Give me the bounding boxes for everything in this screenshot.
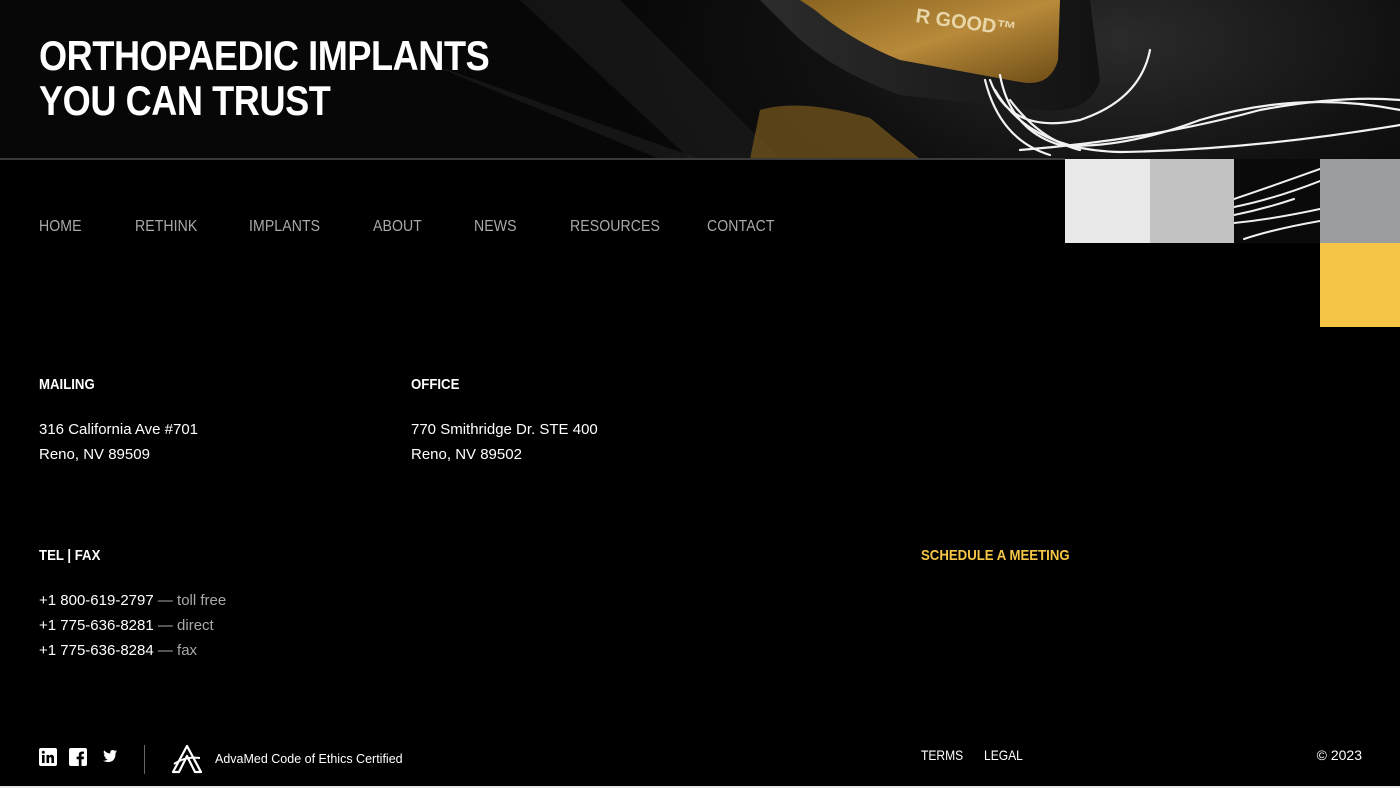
legal-links: TERMS LEGAL [921, 747, 1029, 763]
hero-title-line-2: YOU CAN TRUST [39, 77, 331, 124]
nav-item-home[interactable]: HOME [39, 218, 82, 236]
phone-row: +1 775-636-8284 — fax [39, 638, 226, 663]
hero-banner: R GOOD™ ORTHOPAEDIC IMPLANTS YOU CAN TRU… [0, 0, 1400, 159]
office-address: 770 Smithridge Dr. STE 400 Reno, NV 8950… [411, 417, 598, 467]
phone-separator: — [153, 617, 178, 634]
office-address-line-2: Reno, NV 89502 [411, 446, 522, 463]
terms-link[interactable]: TERMS [921, 747, 963, 763]
hero-divider [0, 158, 1065, 160]
suture-detail [1234, 168, 1320, 240]
mailing-heading: MAILING [39, 376, 95, 393]
facebook-icon[interactable] [69, 748, 87, 766]
phone-row: +1 800-619-2797 — toll free [39, 588, 226, 613]
phone-type: direct [177, 617, 214, 634]
decor-block-suture [1234, 159, 1320, 243]
phone-number-toll-free[interactable]: +1 800-619-2797 [39, 592, 154, 609]
advamed-certification: AdvaMed Code of Ethics Certified [171, 744, 403, 774]
nav-item-implants[interactable]: IMPLANTS [249, 218, 320, 236]
nav-item-contact[interactable]: CONTACT [707, 218, 775, 236]
mailing-address-line-2: Reno, NV 89509 [39, 446, 150, 463]
advamed-text: AdvaMed Code of Ethics Certified [215, 752, 403, 766]
nav-item-resources[interactable]: RESOURCES [570, 218, 660, 236]
copyright: © 2023 [1316, 747, 1362, 763]
decor-block-light [1065, 159, 1150, 243]
tel-fax-heading: TEL | FAX [39, 547, 101, 564]
footer-divider [144, 745, 145, 774]
phone-separator: — [153, 642, 178, 659]
phone-row: +1 775-636-8281 — direct [39, 613, 226, 638]
phone-type: toll free [177, 592, 227, 609]
phone-list: +1 800-619-2797 — toll free +1 775-636-8… [39, 588, 226, 663]
phone-type: fax [177, 642, 198, 659]
hero-title: ORTHOPAEDIC IMPLANTS YOU CAN TRUST [39, 32, 490, 124]
nav-item-news[interactable]: NEWS [474, 218, 517, 236]
linkedin-icon[interactable] [39, 748, 57, 766]
twitter-icon[interactable] [99, 748, 117, 766]
mailing-address: 316 California Ave #701 Reno, NV 89509 [39, 417, 198, 467]
nav-item-rethink[interactable]: RETHINK [135, 218, 197, 236]
phone-number-direct[interactable]: +1 775-636-8281 [39, 617, 154, 634]
office-address-line-1: 770 Smithridge Dr. STE 400 [411, 421, 598, 438]
social-links [39, 748, 117, 766]
hero-title-line-1: ORTHOPAEDIC IMPLANTS [39, 32, 490, 79]
office-heading: OFFICE [411, 376, 460, 393]
phone-separator: — [153, 592, 178, 609]
schedule-meeting-link[interactable]: SCHEDULE A MEETING [921, 547, 1070, 564]
advamed-logo-icon [171, 744, 203, 774]
decor-block-silver [1150, 159, 1234, 243]
legal-link[interactable]: LEGAL [984, 747, 1023, 763]
decor-block-gray [1320, 159, 1400, 243]
decor-block-yellow [1320, 243, 1400, 327]
phone-number-fax[interactable]: +1 775-636-8284 [39, 642, 154, 659]
mailing-address-line-1: 316 California Ave #701 [39, 421, 199, 438]
nav-item-about[interactable]: ABOUT [373, 218, 422, 236]
